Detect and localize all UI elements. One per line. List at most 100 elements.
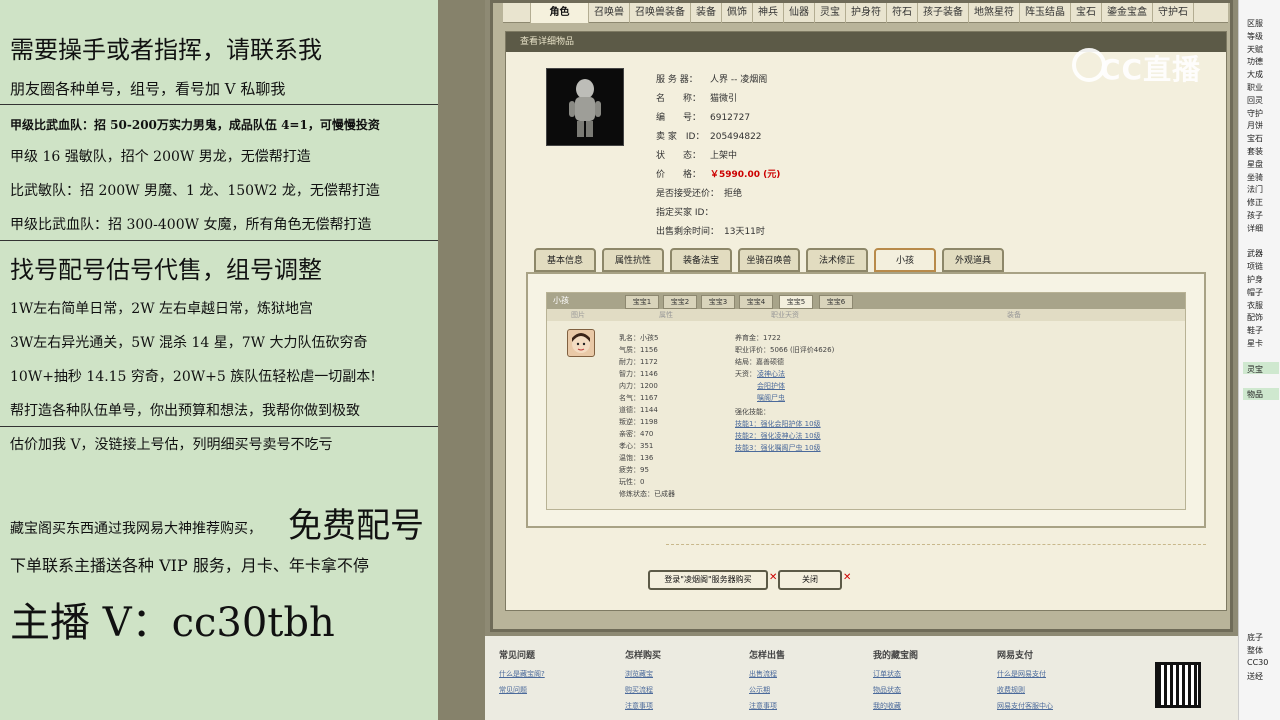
nav-tab-12[interactable]: 阵玉结晶 (1020, 2, 1071, 23)
stat-row: 气质：1156 (619, 346, 658, 354)
info-line: 3W左右异光通关，5W 混杀 14 星，7W 大力队伍砍穷奇 (10, 335, 368, 351)
sidebar-item[interactable]: 天赋 (1247, 44, 1280, 55)
stat-row: 孝心：351 (619, 442, 654, 450)
footer-link[interactable]: 物品状态 (873, 685, 918, 695)
sidebar-item[interactable]: 灵宝 (1247, 364, 1280, 375)
character-figure-icon (569, 79, 601, 137)
sidebar-item[interactable]: CC30 (1247, 658, 1280, 667)
info-label: 编 号： (656, 113, 702, 123)
subtab-baby-3[interactable]: 宝宝3 (701, 295, 735, 309)
sidebar-item[interactable]: 坐骑 (1247, 172, 1280, 183)
tab-attributes[interactable]: 属性抗性 (602, 248, 664, 272)
sidebar-item[interactable]: 物品 (1247, 389, 1280, 400)
nav-tab-8[interactable]: 护身符 (846, 2, 887, 23)
streamer-info-panel: 需要操手或者指挥，请联系我 朋友圈各种单号，组号，看号加 V 私聊我 甲级比武血… (0, 0, 438, 720)
nav-tab-11[interactable]: 地煞星符 (969, 2, 1020, 23)
info-line: 朋友圈各种单号，组号，看号加 V 私聊我 (10, 80, 286, 98)
nav-tab-15[interactable]: 守护石 (1153, 2, 1194, 23)
tab-spell-correction[interactable]: 法术修正 (806, 248, 868, 272)
footer-heading: 怎样出售 (749, 651, 786, 661)
skill-link[interactable]: 技能1：强化会阳护体 10级 (735, 419, 821, 429)
footer-link[interactable]: 收费规则 (997, 685, 1053, 695)
close-button[interactable]: 关闭 (778, 570, 842, 590)
footer-link[interactable]: 什么是藏宝阁? (499, 669, 545, 679)
tab-appearance[interactable]: 外观道具 (942, 248, 1004, 272)
tab-child[interactable]: 小孩 (874, 248, 936, 272)
footer-link[interactable]: 什么是网易支付 (997, 669, 1053, 679)
sidebar-item[interactable]: 详细 (1247, 223, 1280, 234)
sidebar-item[interactable]: 区服 (1247, 18, 1280, 29)
sidebar-item[interactable]: 大成 (1247, 69, 1280, 80)
stat-row: 亲密：470 (619, 430, 654, 438)
footer-link[interactable]: 网易支付客服中心 (997, 701, 1053, 711)
nav-tab-2[interactable]: 召唤兽装备 (630, 2, 691, 23)
sidebar-item[interactable]: 配饰 (1247, 312, 1280, 323)
footer-link[interactable]: 出售流程 (749, 669, 785, 679)
footer-link[interactable]: 公示期 (749, 685, 785, 695)
subtab-baby-2[interactable]: 宝宝2 (663, 295, 697, 309)
info-line: 帮打造各种队伍单号，你出预算和想法，我帮你做到极致 (10, 403, 360, 419)
sidebar-item[interactable]: 项链 (1247, 261, 1280, 272)
col-equipment: 装备 (1007, 311, 1021, 319)
info-line: 下单联系主播送各种 VIP 服务，月卡、年卡拿不停 (10, 556, 369, 575)
sidebar-item[interactable]: 孩子 (1247, 210, 1280, 221)
subtab-baby-1[interactable]: 宝宝1 (625, 295, 659, 309)
sidebar-item[interactable]: 职业 (1247, 82, 1280, 93)
nav-tab-10[interactable]: 孩子装备 (918, 2, 969, 23)
nav-tab-6[interactable]: 仙器 (784, 2, 815, 23)
divider (0, 240, 438, 241)
skill-link[interactable]: 技能2：强化凌神心法 10级 (735, 431, 821, 441)
nav-tab-9[interactable]: 符石 (887, 2, 918, 23)
skill-link[interactable]: 技能3：强化嘱阁尸虫 10级 (735, 443, 821, 453)
sidebar-item[interactable]: 衣服 (1247, 300, 1280, 311)
nav-tab-5[interactable]: 神兵 (753, 2, 784, 23)
sidebar-item[interactable]: 星盘 (1247, 159, 1280, 170)
sidebar-item[interactable]: 星卡 (1247, 338, 1280, 349)
info-value: 上架中 (710, 151, 738, 161)
sidebar-item[interactable]: 帽子 (1247, 287, 1280, 298)
nav-tab-7[interactable]: 灵宝 (815, 2, 846, 23)
footer-link[interactable]: 订单状态 (873, 669, 918, 679)
sidebar-item[interactable]: 套装 (1247, 146, 1280, 157)
subtab-baby-6[interactable]: 宝宝6 (819, 295, 853, 309)
sidebar-item[interactable]: 鞋子 (1247, 325, 1280, 336)
talent-link[interactable]: 凌神心法 (757, 369, 785, 379)
sidebar-item[interactable]: 等级 (1247, 31, 1280, 42)
sidebar-item[interactable]: 武器 (1247, 248, 1280, 259)
subtab-baby-5[interactable]: 宝宝5 (779, 295, 813, 309)
sidebar-item[interactable]: 底子 (1247, 632, 1280, 643)
footer-link[interactable]: 购买流程 (625, 685, 661, 695)
nav-tab-14[interactable]: 鎏金宝盒 (1102, 2, 1153, 23)
sidebar-item[interactable]: 守护 (1247, 108, 1280, 119)
talent-link[interactable]: 嘱阁尸虫 (757, 393, 785, 403)
nav-tab-0[interactable]: 角色 (531, 2, 589, 23)
footer-link[interactable]: 常见问题 (499, 685, 545, 695)
sidebar-item[interactable]: 回灵 (1247, 95, 1280, 106)
sidebar-item[interactable]: 月饼 (1247, 120, 1280, 131)
sidebar-item[interactable]: 功德 (1247, 56, 1280, 67)
footer-link[interactable]: 我的收藏 (873, 701, 918, 711)
nav-tab-1[interactable]: 召唤兽 (589, 2, 630, 23)
nav-tab-3[interactable]: 装备 (691, 2, 722, 23)
sidebar-item[interactable]: 护身 (1247, 274, 1280, 285)
footer-link[interactable]: 浏览藏宝 (625, 669, 661, 679)
nav-tab-4[interactable]: 佩饰 (722, 2, 753, 23)
footer-heading: 常见问题 (499, 651, 536, 661)
footer-link[interactable]: 注意事项 (749, 701, 785, 711)
footer-heading: 网易支付 (997, 651, 1034, 661)
tab-equipment[interactable]: 装备法宝 (670, 248, 732, 272)
sidebar-item[interactable]: 送经 (1247, 671, 1280, 682)
sidebar-item[interactable]: 宝石 (1247, 133, 1280, 144)
tab-mounts-pets[interactable]: 坐骑召唤兽 (738, 248, 800, 272)
sidebar-item[interactable]: 修正 (1247, 197, 1280, 208)
sidebar-item[interactable]: 整体 (1247, 645, 1280, 656)
stat-row: 叛逆：1198 (619, 418, 658, 426)
footer-link[interactable]: 注意事项 (625, 701, 661, 711)
tab-basic-info[interactable]: 基本信息 (534, 248, 596, 272)
info-row: 指定买家 ID： (656, 205, 724, 218)
nav-tab-13[interactable]: 宝石 (1071, 2, 1102, 23)
subtab-baby-4[interactable]: 宝宝4 (739, 295, 773, 309)
sidebar-item[interactable]: 法门 (1247, 184, 1280, 195)
buy-button[interactable]: 登录"凌烟阁"服务器购买 (648, 570, 768, 590)
talent-link[interactable]: 会阳护体 (757, 381, 785, 391)
